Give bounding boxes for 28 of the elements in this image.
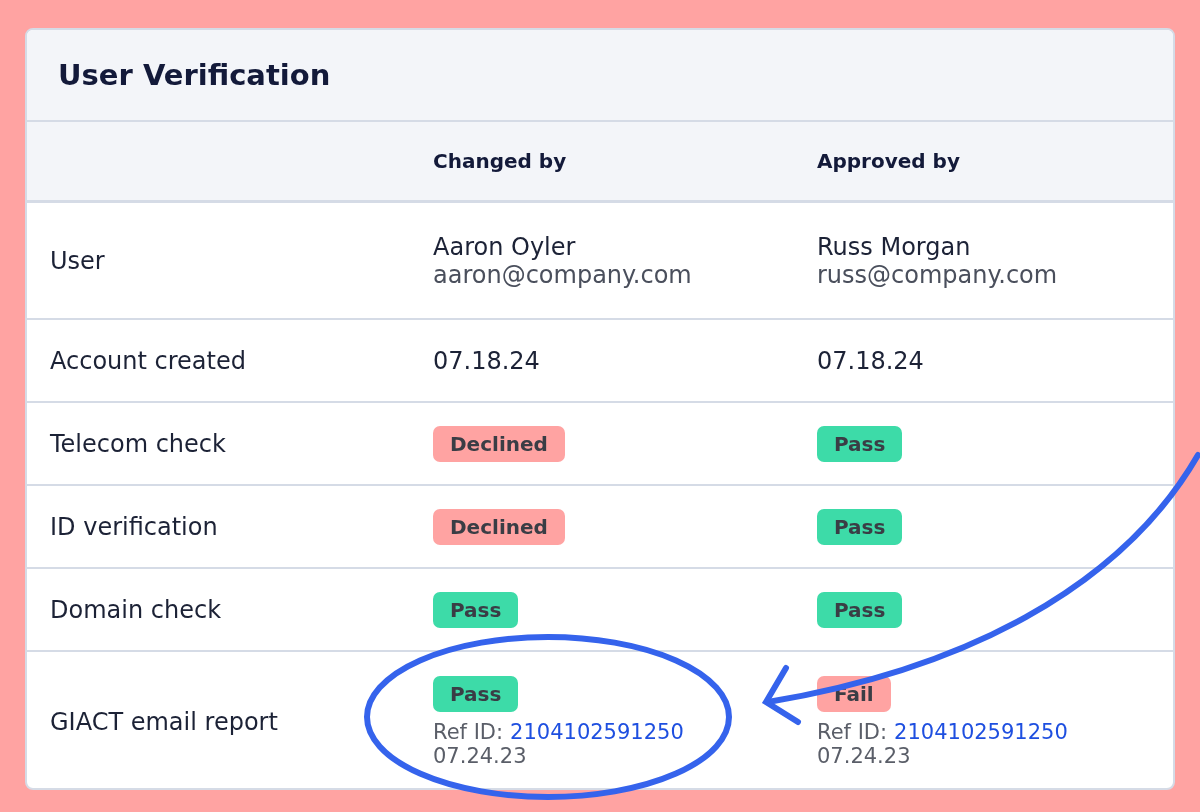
row-label: Domain check [50,595,223,624]
date-text: 07.18.24 [817,346,924,375]
row-label: Account created [50,346,247,375]
user-name: Russ Morgan [817,232,971,261]
status-badge: Declined [433,425,565,462]
status-badge: Pass [817,591,903,628]
status-badge: Pass [817,425,903,462]
row-label: GIACT email report [50,708,279,736]
status-badge: Pass [817,508,903,545]
row-label: User [50,246,106,275]
ref-label: Ref ID: [433,720,504,744]
status-badge: Declined [433,508,565,545]
status-badge: Pass [433,591,519,628]
user-email: russ@company.com [817,260,1058,289]
date-text: 07.18.24 [433,346,540,375]
ref-id-link[interactable]: 2104102591250 [894,720,1068,744]
row-label: Telecom check [50,429,227,458]
report-date: 07.24.23 [817,744,911,768]
user-name: Aaron Oyler [433,232,576,261]
ref-id-link[interactable]: 2104102591250 [510,720,684,744]
column-header: Approved by [817,149,961,173]
report-date: 07.24.23 [433,744,527,768]
user-email: aaron@company.com [433,260,692,289]
row-label: ID verification [50,512,219,541]
column-header: Changed by [433,149,568,173]
ref-label: Ref ID: [817,720,888,744]
status-badge: Pass [433,676,519,712]
card-title: User Verification [58,58,331,92]
